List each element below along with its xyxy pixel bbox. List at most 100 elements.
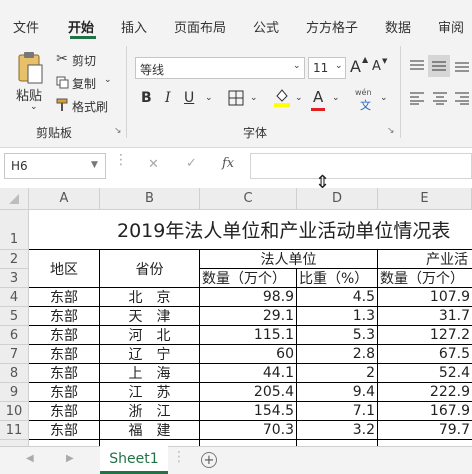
cell-ratio[interactable]: 9.4 [297,383,378,402]
sheet-tab-sheet1[interactable]: Sheet1 [100,446,168,474]
cell-count[interactable]: 154.5 [200,402,297,421]
cell-province[interactable]: 河 北 [100,326,200,345]
column-header-a[interactable]: A [29,188,100,210]
cell-ratio[interactable]: 5.3 [297,326,378,345]
tab-formulas[interactable]: 公式 [253,17,279,36]
cell-ratio[interactable]: 1.3 [297,307,378,326]
borders-icon[interactable] [226,88,246,108]
name-box[interactable]: H6 ▼ [4,153,106,179]
format-painter-button[interactable]: 格式刷 [72,98,108,115]
header-industry-units[interactable]: 产业活 [378,250,472,269]
subheader-count[interactable]: 数量（万个） [200,269,297,288]
cell-region[interactable]: 东部 [29,383,100,402]
cell-count[interactable]: 115.1 [200,326,297,345]
row-header-9[interactable]: 9 [0,383,29,402]
paste-label[interactable]: 粘贴 [16,85,42,104]
cell-ratio[interactable]: 2 [297,364,378,383]
tab-fangfang[interactable]: 方方格子 [306,17,358,36]
cell-ratio[interactable]: 3.2 [297,421,378,440]
header-legal-units[interactable]: 法人单位 [200,250,378,269]
row-header-1[interactable]: 1 [0,210,29,250]
cell-province[interactable]: 天 津 [100,307,200,326]
underline-button[interactable]: U [184,90,194,106]
cell-count-2[interactable]: 222.9 [378,383,472,402]
clipboard-launcher-icon[interactable]: ↘ [114,126,122,136]
tab-review[interactable]: 审阅 [438,17,464,36]
row-header-10[interactable]: 10 [0,402,29,421]
row-header-7[interactable]: 7 [0,345,29,364]
cell-province[interactable]: 浙 江 [100,402,200,421]
increase-font-icon[interactable]: A [350,57,361,76]
paste-dropdown-icon[interactable]: ⌄ [30,102,38,112]
cell-region[interactable]: 东部 [29,421,100,440]
cell-province[interactable]: 江 苏 [100,383,200,402]
cell-region[interactable]: 东部 [29,402,100,421]
header-region[interactable]: 地区 [29,250,100,288]
decrease-font-icon[interactable]: A [372,59,381,74]
cell-count-2[interactable]: 67.5 [378,345,472,364]
insert-function-icon[interactable]: fx [222,156,234,171]
sheet-title[interactable]: 2019年法人单位和产业活动单位情况表 [29,210,472,250]
scroll-left-icon[interactable]: ◀ [26,453,34,464]
copy-dropdown-icon[interactable]: ⌄ [104,75,112,85]
column-header-e[interactable]: E [378,188,472,210]
cell-count-2[interactable]: 127.2 [378,326,472,345]
align-middle-icon[interactable] [428,55,450,77]
subheader-count-2[interactable]: 数量（万个） [378,269,472,288]
font-name-select[interactable]: 等线 ⌄ [135,57,305,79]
row-header-8[interactable]: 8 [0,364,29,383]
cell-count-2[interactable]: 167.9 [378,402,472,421]
tab-file[interactable]: 文件 [13,17,39,36]
font-size-select[interactable]: 11 ⌄ [308,57,346,79]
fill-color-dropdown-icon[interactable]: ⌄ [295,93,303,103]
cell-count[interactable]: 205.4 [200,383,297,402]
column-header-c[interactable]: C [200,188,297,210]
cell-count[interactable]: 29.1 [200,307,297,326]
tab-data[interactable]: 数据 [385,17,411,36]
drag-handle-icon[interactable]: ⋮ [114,152,128,168]
cell-province[interactable]: 福 建 [100,421,200,440]
tab-insert[interactable]: 插入 [121,17,147,36]
cancel-icon[interactable]: ✕ [148,157,159,172]
cell-region[interactable]: 东部 [29,288,100,307]
align-top-icon[interactable] [407,56,427,76]
cell-region[interactable]: 东部 [29,364,100,383]
cell-count-2[interactable]: 79.7 [378,421,472,440]
cell-region[interactable]: 东部 [29,307,100,326]
cell-province[interactable]: 上 海 [100,364,200,383]
tab-drag-icon[interactable]: ⋮ [172,449,186,465]
cell-ratio[interactable]: 7.1 [297,402,378,421]
row-header-6[interactable]: 6 [0,326,29,345]
italic-button[interactable]: I [165,90,171,106]
bold-button[interactable]: B [141,90,152,106]
cell-count[interactable]: 70.3 [200,421,297,440]
underline-dropdown-icon[interactable]: ⌄ [205,93,213,103]
align-right-icon[interactable] [452,88,472,108]
cell-count[interactable]: 44.1 [200,364,297,383]
tab-page-layout[interactable]: 页面布局 [174,17,226,36]
fill-color-icon[interactable] [272,86,292,108]
add-sheet-icon[interactable]: + [201,452,217,468]
align-bottom-icon[interactable] [452,56,472,76]
cell-region[interactable]: 东部 [29,345,100,364]
cell-count-2[interactable]: 31.7 [378,307,472,326]
paste-icon[interactable] [14,50,48,86]
cell-ratio[interactable]: 2.8 [297,345,378,364]
phonetic-dropdown-icon[interactable]: ⌄ [380,93,388,103]
cell-count-2[interactable]: 52.4 [378,364,472,383]
font-color-dropdown-icon[interactable]: ⌄ [332,93,340,103]
cell-province[interactable]: 辽 宁 [100,345,200,364]
font-launcher-icon[interactable]: ↘ [387,126,395,136]
tab-home[interactable]: 开始 [68,17,94,36]
row-header-5[interactable]: 5 [0,307,29,326]
scroll-right-icon[interactable]: ▶ [66,453,74,464]
column-header-d[interactable]: D [297,188,378,210]
align-left-icon[interactable] [407,88,427,108]
row-header-11[interactable]: 11 [0,421,29,440]
cell-province[interactable]: 北 京 [100,288,200,307]
row-header-4[interactable]: 4 [0,288,29,307]
select-all-corner[interactable] [0,188,29,210]
cell-count[interactable]: 60 [200,345,297,364]
formula-input[interactable] [250,153,472,179]
subheader-ratio[interactable]: 比重（%） [297,269,378,288]
